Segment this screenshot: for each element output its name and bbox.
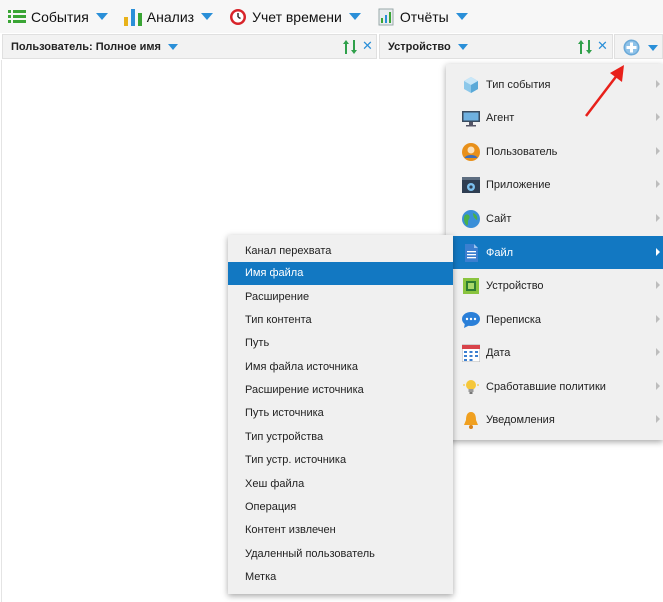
menu-item-agent[interactable]: Агент	[446, 101, 663, 134]
globe-icon	[462, 209, 480, 228]
chevron-right-icon	[656, 382, 660, 390]
chevron-down-icon	[455, 13, 468, 20]
monitor-icon	[462, 109, 480, 127]
time-tracking-menu-button[interactable]: Учет времени	[221, 0, 369, 33]
submenu-item[interactable]: Хеш файла	[228, 473, 453, 496]
menu-item-event-type[interactable]: Тип события	[446, 68, 663, 101]
submenu-item[interactable]: Имя файла	[228, 262, 453, 285]
sort-icon[interactable]	[578, 39, 592, 55]
menu-item-user[interactable]: Пользователь	[446, 135, 663, 168]
bar-chart-icon	[123, 8, 142, 26]
lightbulb-icon	[462, 378, 480, 396]
column-device-label: Устройство	[388, 40, 451, 53]
analysis-menu-button[interactable]: Анализ	[116, 0, 221, 33]
chevron-right-icon	[656, 80, 660, 88]
add-column-button[interactable]	[614, 34, 663, 59]
column-header-user[interactable]: Пользователь: Полное имя ✕	[2, 34, 377, 59]
annotation-arrow-icon	[585, 65, 624, 117]
chevron-down-icon[interactable]	[167, 43, 178, 50]
list-icon	[8, 8, 26, 26]
chevron-right-icon	[656, 147, 660, 155]
menu-item-device[interactable]: Устройство	[446, 269, 663, 302]
menu-item-label: Сработавшие политики	[486, 380, 606, 393]
column-user-label: Пользователь: Полное имя	[11, 40, 161, 53]
chevron-right-icon	[656, 415, 660, 423]
menu-item-label: Агент	[486, 111, 515, 124]
plus-circle-icon	[623, 39, 640, 61]
submenu-item[interactable]: Операция	[228, 496, 453, 519]
menu-item-label: Дата	[486, 346, 511, 359]
report-icon	[377, 8, 395, 26]
menu-item-label: Переписка	[486, 313, 542, 326]
menu-item-date[interactable]: Дата	[446, 336, 663, 369]
menu-item-label: Уведомления	[486, 413, 555, 426]
menu-item-label: Приложение	[486, 178, 551, 191]
submenu-item[interactable]: Канал перехвата	[228, 240, 453, 263]
chevron-down-icon[interactable]	[457, 43, 468, 50]
user-icon	[462, 142, 480, 161]
chevron-right-icon	[656, 113, 660, 121]
chevron-down-icon	[648, 45, 658, 51]
submenu-item[interactable]: Расширение источника	[228, 379, 453, 402]
chevron-down-icon	[348, 13, 361, 20]
submenu-item[interactable]: Контент извлечен	[228, 519, 453, 542]
chevron-right-icon	[656, 348, 660, 356]
menu-item-label: Устройство	[486, 279, 544, 292]
calendar-icon	[461, 344, 481, 362]
events-menu-button[interactable]: События	[0, 0, 116, 33]
chevron-right-icon	[656, 214, 660, 222]
chip-icon	[462, 277, 480, 295]
submenu-item[interactable]: Тип контента	[228, 309, 453, 332]
submenu-item[interactable]: Путь	[228, 332, 453, 355]
bell-icon	[462, 411, 480, 429]
cube-icon	[462, 76, 480, 94]
chevron-right-icon	[656, 315, 660, 323]
chevron-right-icon	[656, 180, 660, 188]
sort-icon[interactable]	[343, 39, 357, 55]
menu-item-label: Файл	[486, 246, 514, 259]
submenu-item[interactable]: Имя файла источника	[228, 356, 453, 379]
submenu-item[interactable]: Тип устройства	[228, 426, 453, 449]
submenu-item[interactable]: Тип устр. источника	[228, 449, 453, 472]
menu-item-correspondence[interactable]: Переписка	[446, 303, 663, 336]
close-icon[interactable]: ✕	[362, 38, 373, 54]
app-gear-icon	[462, 176, 480, 194]
add-column-menu: Тип события Агент Пользователь Приложени…	[446, 64, 663, 440]
menu-item-triggered-policies[interactable]: Сработавшие политики	[446, 370, 663, 403]
events-label: События	[31, 8, 89, 25]
analysis-label: Анализ	[146, 8, 195, 25]
menu-item-label: Сайт	[486, 212, 512, 225]
file-submenu: Канал перехвата Имя файла Расширение Тип…	[228, 235, 453, 594]
menu-item-site[interactable]: Сайт	[446, 202, 663, 235]
time-tracking-label: Учет времени	[252, 8, 342, 25]
chevron-right-icon	[656, 281, 660, 289]
menu-item-label: Пользователь	[486, 145, 558, 158]
submenu-item[interactable]: Метка	[228, 566, 453, 589]
chevron-right-icon	[656, 248, 660, 256]
top-toolbar: События Анализ Учет времени Отчёты	[0, 0, 663, 33]
close-icon[interactable]: ✕	[597, 38, 608, 54]
menu-item-notifications[interactable]: Уведомления	[446, 403, 663, 436]
menu-item-application[interactable]: Приложение	[446, 168, 663, 201]
menu-item-file[interactable]: Файл	[446, 236, 663, 269]
submenu-item[interactable]: Расширение	[228, 286, 453, 309]
menu-item-label: Тип события	[486, 78, 551, 91]
file-icon	[462, 243, 480, 262]
submenu-item[interactable]: Путь источника	[228, 402, 453, 425]
column-header-device[interactable]: Устройство ✕	[379, 34, 613, 59]
clock-icon	[229, 8, 247, 26]
chat-icon	[462, 311, 480, 329]
chevron-down-icon	[95, 13, 108, 20]
submenu-item[interactable]: Удаленный пользователь	[228, 543, 453, 566]
reports-menu-button[interactable]: Отчёты	[369, 0, 476, 33]
reports-label: Отчёты	[399, 8, 449, 25]
chevron-down-icon	[201, 13, 214, 20]
